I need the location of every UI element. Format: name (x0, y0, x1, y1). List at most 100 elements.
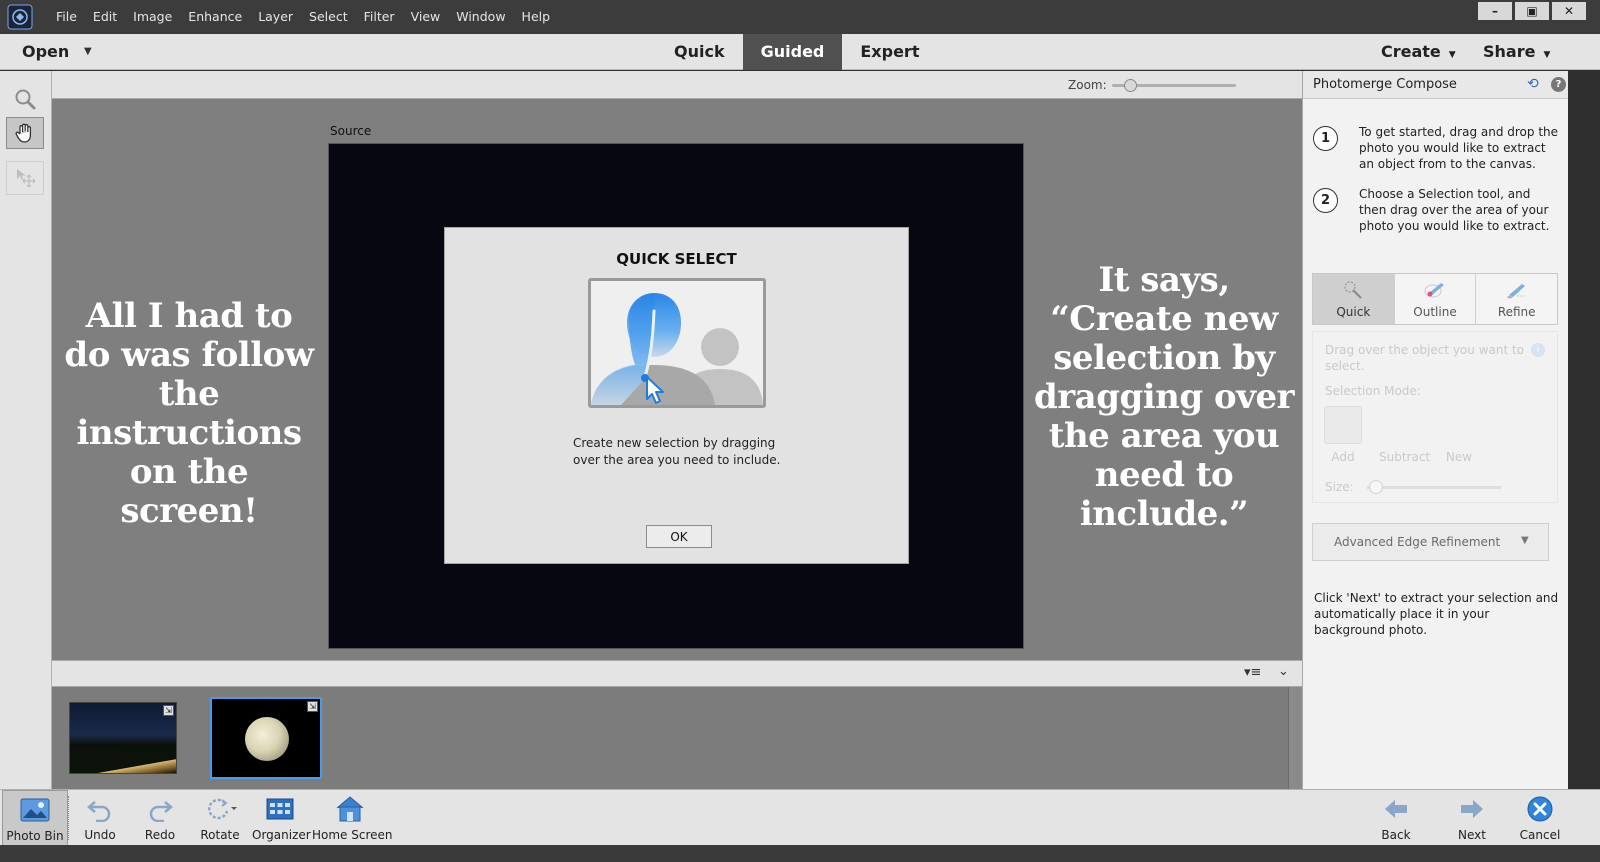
chevron-down-icon: ▼ (1521, 535, 1529, 546)
mode-subtract-label: Subtract (1379, 450, 1431, 464)
move-icon (17, 169, 36, 188)
advanced-edge-refinement-dropdown[interactable]: Advanced Edge Refinement ▼ (1312, 523, 1549, 561)
divider (68, 796, 69, 840)
back-button[interactable]: Back (1376, 790, 1416, 846)
help-icon[interactable]: ? (1551, 77, 1566, 92)
next-button[interactable]: Next (1452, 790, 1492, 846)
home-screen-label: Home Screen (312, 828, 393, 842)
organizer-button[interactable]: Organizer (252, 790, 311, 846)
subtract-mode-icon (1385, 406, 1423, 444)
tab-quick-selection[interactable]: Quick (1313, 274, 1395, 324)
menu-view[interactable]: View (403, 0, 449, 34)
bin-scrollbar[interactable] (1288, 687, 1302, 789)
undo-button[interactable]: Undo (78, 790, 122, 846)
menu-image[interactable]: Image (125, 0, 180, 34)
mode-add-button: Add (1323, 406, 1363, 464)
tab-refine-selection[interactable]: Refine (1476, 274, 1557, 324)
tab-outline-label: Outline (1413, 305, 1457, 319)
photo-bin-label: Photo Bin (6, 829, 64, 843)
zoom-tool[interactable] (6, 83, 44, 115)
mode-tabs: Quick Guided Expert (656, 34, 937, 70)
next-arrow-icon (1452, 790, 1492, 828)
new-mode-icon (1440, 406, 1478, 444)
size-slider (1367, 486, 1501, 489)
step-number: 1 (1313, 126, 1338, 151)
create-menu[interactable]: Create ▼ (1381, 34, 1456, 73)
open-button[interactable]: Open (22, 34, 69, 70)
hand-tool[interactable] (6, 117, 44, 149)
menu-filter[interactable]: Filter (356, 0, 403, 34)
organizer-icon (252, 790, 308, 828)
dialog-message: Create new selection by dragging over th… (573, 436, 781, 467)
step-text: Choose a Selection tool, and then drag o… (1359, 187, 1550, 233)
bottom-bar: Photo Bin Undo Redo Rotate Organizer Hom… (0, 789, 1600, 846)
ok-button[interactable]: OK (646, 525, 712, 548)
minimize-button[interactable]: – (1478, 2, 1512, 20)
app-window: File Edit Image Enhance Layer Select Fil… (0, 0, 1600, 862)
organizer-label: Organizer (252, 828, 311, 842)
move-tool[interactable] (6, 161, 44, 195)
quick-selection-icon (1342, 279, 1364, 301)
rotate-button[interactable]: Rotate (196, 790, 244, 846)
thumbnail-landscape-detail (70, 745, 176, 773)
refine-brush-icon (1505, 279, 1529, 301)
cancel-label: Cancel (1519, 828, 1561, 842)
quick-select-illustration (588, 278, 766, 408)
selection-hint: Drag over the object you want to select. (1325, 343, 1525, 373)
size-slider-handle (1369, 480, 1383, 494)
mode-bar: Open ▼ Quick Guided Expert Create ▼ Share… (0, 34, 1600, 70)
annotation-right: It says, “Create new selection by draggi… (1034, 260, 1295, 534)
zoom-slider-handle[interactable] (1124, 79, 1138, 92)
taskbar-edge (0, 845, 1600, 862)
redo-button[interactable]: Redo (138, 790, 182, 846)
app-logo-icon (4, 3, 36, 31)
thumbnail-moon[interactable]: ⇲ (210, 697, 322, 779)
photo-bin-header: ▾≡ ⌄ (52, 660, 1302, 687)
menu-enhance[interactable]: Enhance (180, 0, 250, 34)
info-icon: i (1531, 343, 1545, 357)
back-arrow-icon (1376, 790, 1416, 828)
menu-window[interactable]: Window (448, 0, 513, 34)
panel-header: Photomerge Compose ⟲ ? (1303, 71, 1568, 99)
photo-bin-button[interactable]: Photo Bin (2, 790, 68, 846)
menu-help[interactable]: Help (514, 0, 559, 34)
thumbnail-night-landscape[interactable]: ⇲ (69, 702, 177, 774)
add-mode-icon (1324, 406, 1362, 444)
reset-icon[interactable]: ⟲ (1527, 76, 1539, 92)
menu-edit[interactable]: Edit (85, 0, 125, 34)
home-icon (312, 790, 388, 828)
cancel-button[interactable]: Cancel (1518, 790, 1562, 846)
next-instructions: Click 'Next' to extract your selection a… (1314, 591, 1559, 637)
bin-options-icon[interactable]: ▾≡ (1244, 665, 1261, 680)
tab-expert[interactable]: Expert (842, 34, 937, 70)
step-number: 2 (1313, 188, 1338, 213)
tab-quick[interactable]: Quick (656, 34, 743, 70)
close-button[interactable]: ✕ (1552, 2, 1586, 20)
redo-icon (138, 790, 182, 828)
menu-bar: File Edit Image Enhance Layer Select Fil… (0, 0, 1600, 34)
moon-icon (245, 717, 289, 761)
restore-button[interactable]: ▣ (1515, 2, 1549, 20)
source-label: Source (330, 124, 372, 138)
canvas-area: Source All I had to do was follow the in… (52, 99, 1302, 660)
chevron-down-icon[interactable]: ⌄ (1278, 664, 1289, 679)
open-dropdown-caret-icon[interactable]: ▼ (84, 34, 92, 70)
advanced-edge-label: Advanced Edge Refinement (1334, 535, 1501, 549)
window-controls: – ▣ ✕ (1478, 2, 1586, 20)
menu-select[interactable]: Select (301, 0, 356, 34)
tab-outline-selection[interactable]: Outline (1395, 274, 1477, 324)
share-menu[interactable]: Share ▼ (1483, 34, 1550, 73)
annotation-left: All I had to do was follow the instructi… (64, 296, 314, 531)
hand-icon (15, 123, 32, 143)
selection-options: Drag over the object you want to select.… (1312, 331, 1558, 503)
tab-guided[interactable]: Guided (742, 34, 843, 70)
tab-refine-label: Refine (1497, 305, 1536, 319)
next-label: Next (1458, 828, 1486, 842)
zoom-bar: Zoom: (52, 71, 1302, 99)
menu-layer[interactable]: Layer (250, 0, 301, 34)
selection-tool-tabs: Quick Outline Refine (1312, 273, 1558, 325)
photo-badge-icon: ⇲ (307, 701, 318, 712)
home-screen-button[interactable]: Home Screen (312, 790, 393, 846)
menu-file[interactable]: File (48, 0, 85, 34)
panel-title: Photomerge Compose (1313, 77, 1457, 92)
